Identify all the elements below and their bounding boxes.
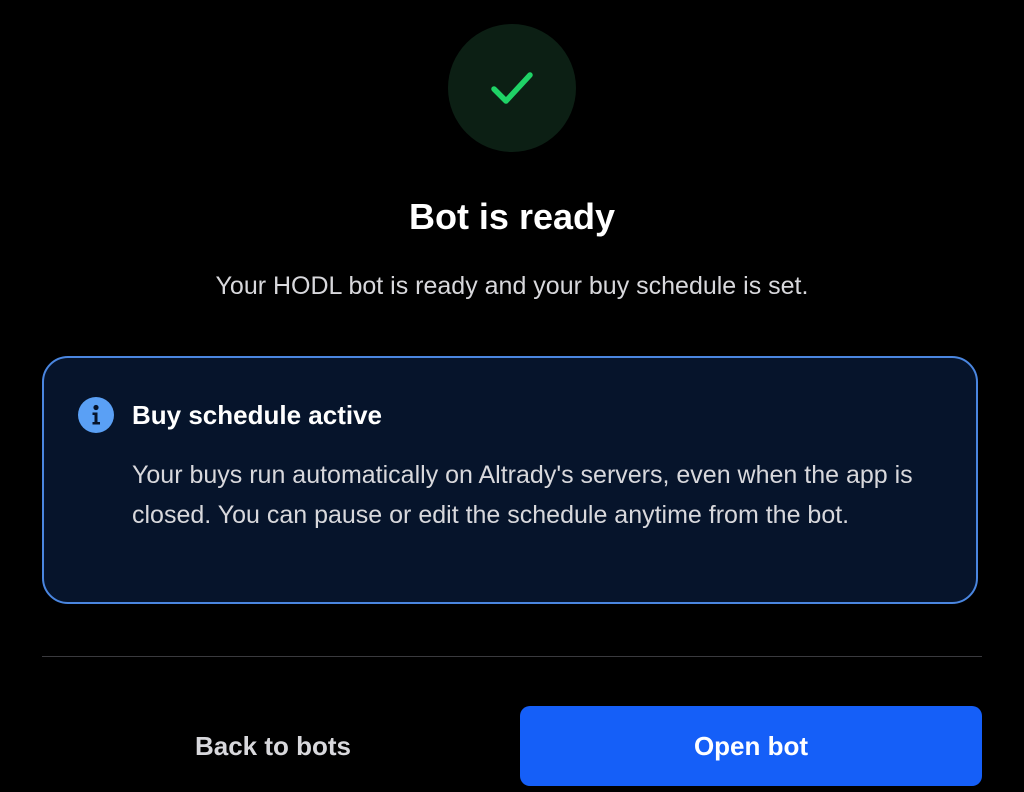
open-bot-button[interactable]: Open bot [520,706,982,786]
info-icon [78,397,114,433]
page-subtitle: Your HODL bot is ready and your buy sche… [215,272,809,300]
info-card-body: Your buys run automatically on Altrady's… [132,461,913,529]
divider [42,656,982,657]
success-badge [448,24,576,152]
info-card-title: Buy schedule active [132,400,382,430]
checkmark-icon [491,72,533,104]
page-title: Bot is ready [408,196,616,237]
info-card: Buy schedule active Your buys run automa… [42,356,978,604]
back-to-bots-button[interactable]: Back to bots [42,706,504,786]
